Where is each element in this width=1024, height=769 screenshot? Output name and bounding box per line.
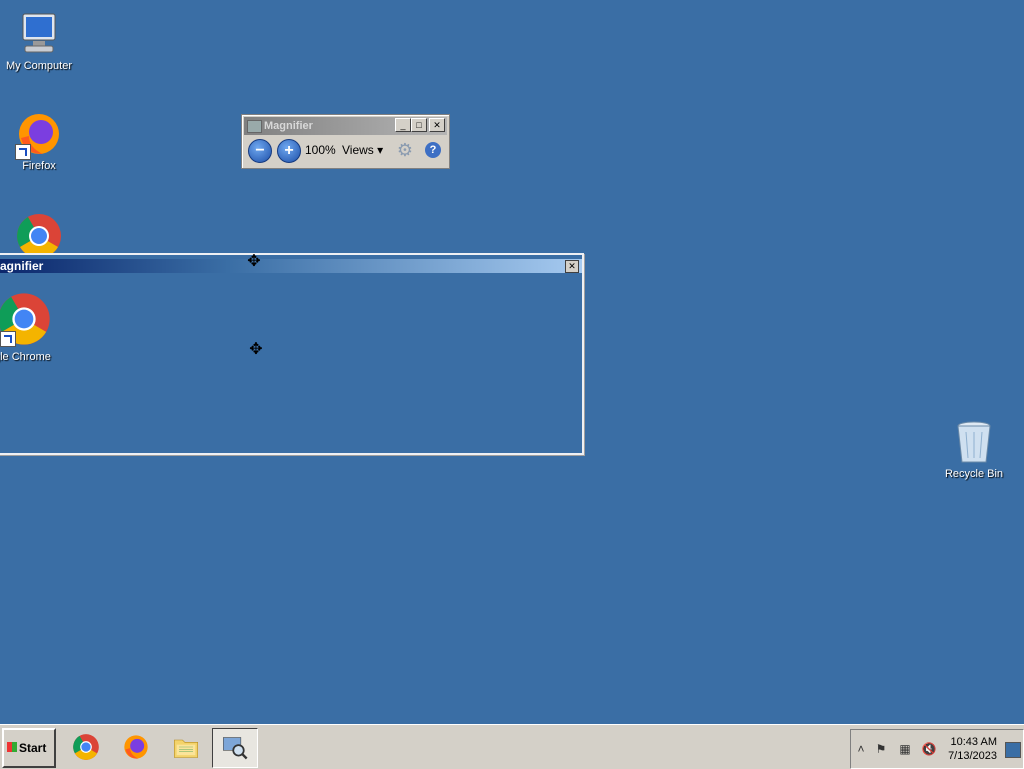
magnified-chrome-icon: gle Chrome (0, 291, 76, 363)
taskbar-app-explorer[interactable] (164, 728, 208, 766)
computer-icon (15, 10, 63, 58)
lens-title-bar[interactable]: agnifier (0, 259, 582, 273)
move-cursor-icon: ✥ (249, 341, 263, 358)
volume-muted-icon[interactable]: 🔇 (921, 742, 937, 756)
network-icon[interactable]: ▦ (897, 742, 913, 756)
zoom-level-readout: 100% (305, 143, 336, 157)
magnifier-icon (221, 734, 249, 762)
system-tray: ˄ ⚑ ▦ 🔇 10:43 AM 7/13/2023 (850, 729, 1024, 769)
taskbar-app-firefox[interactable] (114, 728, 158, 766)
gear-icon[interactable]: ⚙ (396, 141, 414, 159)
window-title: Magnifier (264, 120, 313, 132)
clock-time[interactable]: 10:43 AM (951, 736, 997, 748)
taskbar-app-magnifier[interactable] (212, 728, 258, 768)
maximize-button[interactable]: □ (411, 118, 427, 132)
firefox-icon (122, 733, 150, 761)
minimize-button[interactable]: _ (395, 118, 411, 132)
desktop-icon-recycle-bin[interactable]: Recycle Bin (934, 418, 1014, 480)
file-explorer-icon (172, 733, 200, 761)
taskbar-app-chrome[interactable] (64, 728, 108, 766)
magnified-icon-label: gle Chrome (0, 351, 51, 363)
chrome-icon (72, 733, 100, 761)
views-dropdown[interactable]: Views ▾ (342, 143, 383, 157)
chrome-icon (0, 291, 52, 347)
shortcut-arrow-icon (15, 144, 31, 160)
firefox-icon (15, 110, 63, 160)
start-label: Start (19, 741, 47, 755)
lens-close-button[interactable]: ✕ (565, 260, 579, 273)
desktop-icon-label: Recycle Bin (944, 468, 1004, 480)
desktop-icon-label: Firefox (22, 160, 56, 172)
desktop-icon-firefox[interactable]: Firefox (0, 110, 79, 172)
desktop-icon-chrome[interactable] (0, 212, 79, 254)
chrome-icon (15, 212, 63, 254)
zoom-in-button[interactable]: + (277, 139, 301, 163)
move-cursor-icon: ✥ (247, 253, 261, 270)
tray-expand-button[interactable]: ˄ (853, 742, 869, 756)
zoom-out-button[interactable]: − (248, 139, 272, 163)
shortcut-arrow-icon (0, 331, 16, 347)
show-desktop-button[interactable] (1005, 742, 1021, 758)
magnifier-toolbar-window: Magnifier _ □ ✕ − + 100% Views ▾ ⚙ ? (241, 114, 450, 169)
magnifier-app-icon (247, 120, 262, 133)
start-button[interactable]: Start (2, 728, 56, 768)
recycle-bin-icon (950, 418, 998, 466)
clock-date[interactable]: 7/13/2023 (948, 750, 997, 762)
taskbar: Start ˄ ⚑ ▦ 🔇 10:43 AM 7/13/2023 (0, 724, 1024, 769)
close-button[interactable]: ✕ (429, 118, 445, 132)
desktop-icon-my-computer[interactable]: My Computer (0, 10, 79, 72)
magnifier-lens-window[interactable]: agnifier ✕ gle Chrome ✥ ✥ (0, 253, 584, 455)
desktop-icon-label: My Computer (5, 60, 73, 72)
help-icon[interactable]: ? (425, 142, 441, 158)
action-center-flag-icon[interactable]: ⚑ (873, 742, 889, 756)
windows-logo-icon (7, 742, 17, 752)
